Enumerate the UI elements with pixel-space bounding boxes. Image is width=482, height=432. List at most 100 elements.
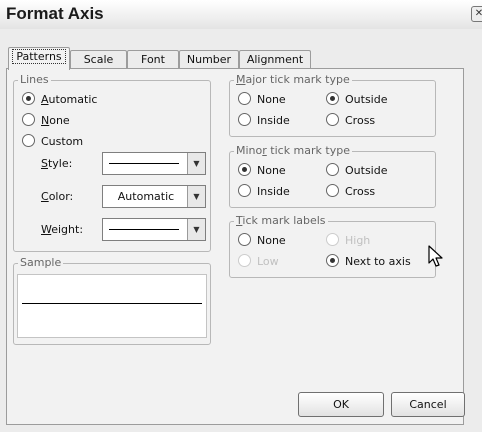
tab-alignment-label: Alignment: [246, 53, 304, 66]
sample-line: [22, 303, 202, 304]
labels-high-label: High: [345, 234, 371, 247]
minor-none-radio[interactable]: None: [238, 163, 286, 179]
major-tick-access: M: [236, 73, 246, 86]
major-inside-radio[interactable]: Inside: [238, 113, 290, 129]
tab-number[interactable]: Number: [179, 50, 239, 69]
tab-patterns[interactable]: Patterns: [8, 47, 70, 70]
cancel-button[interactable]: Cancel: [391, 392, 465, 417]
tab-patterns-label: Patterns: [12, 49, 66, 64]
color-dropdown[interactable]: Automatic ▼: [102, 185, 206, 208]
style-access: S: [41, 157, 48, 170]
ok-button[interactable]: OK: [298, 392, 384, 417]
weight-line-preview: [109, 229, 179, 230]
radio-icon: [238, 254, 251, 267]
tab-number-label: Number: [186, 53, 232, 66]
minor-tick-legend: Minor tick mark type: [234, 144, 352, 157]
tab-font[interactable]: Font: [127, 50, 179, 69]
radio-icon: [22, 113, 35, 126]
radio-selected-icon: [326, 92, 339, 105]
lines-automatic-access: A: [41, 93, 49, 106]
window-title: Format Axis: [6, 4, 104, 23]
close-icon[interactable]: ✕: [471, 6, 482, 22]
radio-icon: [238, 113, 251, 126]
major-tick-group: Major tick mark type None Outside Inside…: [229, 73, 436, 137]
lines-none-radio[interactable]: None: [22, 113, 70, 129]
major-outside-label: Outside: [345, 93, 388, 106]
color-access: C: [41, 190, 49, 203]
tick-labels-legend-text: ick mark labels: [242, 214, 326, 227]
minor-inside-label: Inside: [257, 185, 290, 198]
labels-high-radio: High: [326, 233, 370, 249]
radio-icon: [238, 233, 251, 246]
major-cross-radio[interactable]: Cross: [326, 113, 375, 129]
radio-icon: [238, 184, 251, 197]
major-tick-legend-text: ajor tick mark type: [245, 73, 350, 86]
major-none-radio[interactable]: None: [238, 92, 286, 108]
lines-custom-label: Custom: [41, 135, 84, 148]
lines-custom-radio[interactable]: Custom: [22, 134, 83, 150]
lines-none-access: N: [41, 114, 50, 127]
minor-outside-radio[interactable]: Outside: [326, 163, 387, 179]
tab-alignment[interactable]: Alignment: [239, 50, 311, 69]
radio-selected-icon: [326, 254, 339, 267]
weight-label: Weight:: [41, 223, 83, 236]
tick-labels-legend: Tick mark labels: [234, 214, 328, 227]
chevron-down-icon[interactable]: ▼: [187, 219, 205, 240]
labels-next-to-axis-radio[interactable]: Next to axis: [326, 254, 411, 270]
patterns-panel: Lines Automatic None Custom Style: ▼ Col…: [6, 68, 465, 425]
radio-icon: [238, 92, 251, 105]
tab-scale[interactable]: Scale: [70, 50, 127, 69]
style-line-preview: [109, 163, 179, 164]
lines-automatic-label: utomatic: [48, 93, 98, 106]
lines-group: Lines Automatic None Custom Style: ▼ Col…: [13, 73, 211, 252]
radio-selected-icon: [22, 92, 35, 105]
weight-access: W: [41, 223, 52, 236]
labels-none-radio[interactable]: None: [238, 233, 286, 249]
labels-next-to-axis-label: Next to axis: [345, 255, 411, 268]
format-axis-dialog: Patterns Scale Font Number Alignment Lin…: [0, 29, 482, 432]
radio-icon: [326, 184, 339, 197]
radio-icon: [326, 163, 339, 176]
style-label-text: tyle:: [47, 157, 73, 170]
major-none-label: None: [257, 93, 286, 106]
chevron-down-icon[interactable]: ▼: [187, 186, 205, 207]
minor-tick-legend-pre: Mino: [236, 144, 263, 157]
major-outside-radio[interactable]: Outside: [326, 92, 387, 108]
labels-none-label: None: [257, 234, 286, 247]
major-tick-legend: Major tick mark type: [234, 73, 352, 86]
minor-cross-radio[interactable]: Cross: [326, 184, 375, 200]
tick-labels-group: Tick mark labels None High Low Next to a…: [229, 214, 436, 278]
title-bar: Format Axis ✕: [0, 0, 482, 30]
tab-scale-label: Scale: [83, 53, 114, 66]
radio-icon: [326, 113, 339, 126]
color-label-text: olor:: [48, 190, 74, 203]
major-cross-label: Cross: [345, 114, 376, 127]
minor-tick-legend-text: tick mark type: [266, 144, 350, 157]
color-value: Automatic: [117, 190, 175, 203]
sample-group: Sample: [13, 256, 211, 345]
style-label: Style:: [41, 157, 72, 170]
minor-tick-group: Minor tick mark type None Outside Inside…: [229, 144, 436, 208]
chevron-down-icon[interactable]: ▼: [187, 153, 205, 174]
radio-icon: [22, 134, 35, 147]
tab-font-label: Font: [141, 53, 165, 66]
sample-legend: Sample: [18, 256, 64, 269]
radio-selected-icon: [238, 163, 251, 176]
lines-legend: Lines: [18, 73, 51, 86]
lines-none-label: one: [49, 114, 70, 127]
style-dropdown[interactable]: ▼: [102, 152, 206, 175]
minor-inside-radio[interactable]: Inside: [238, 184, 290, 200]
color-label: Color:: [41, 190, 73, 203]
labels-low-radio: Low: [238, 254, 279, 270]
arrow-cursor-icon: [428, 245, 443, 267]
radio-icon: [326, 233, 339, 246]
minor-cross-label: Cross: [345, 185, 376, 198]
sample-preview: [17, 274, 207, 338]
minor-none-label: None: [257, 164, 286, 177]
minor-outside-label: Outside: [345, 164, 388, 177]
lines-automatic-radio[interactable]: Automatic: [22, 92, 97, 108]
weight-dropdown[interactable]: ▼: [102, 218, 206, 241]
labels-low-label: Low: [257, 255, 279, 268]
major-inside-label: Inside: [257, 114, 290, 127]
weight-label-text: eight:: [51, 223, 84, 236]
